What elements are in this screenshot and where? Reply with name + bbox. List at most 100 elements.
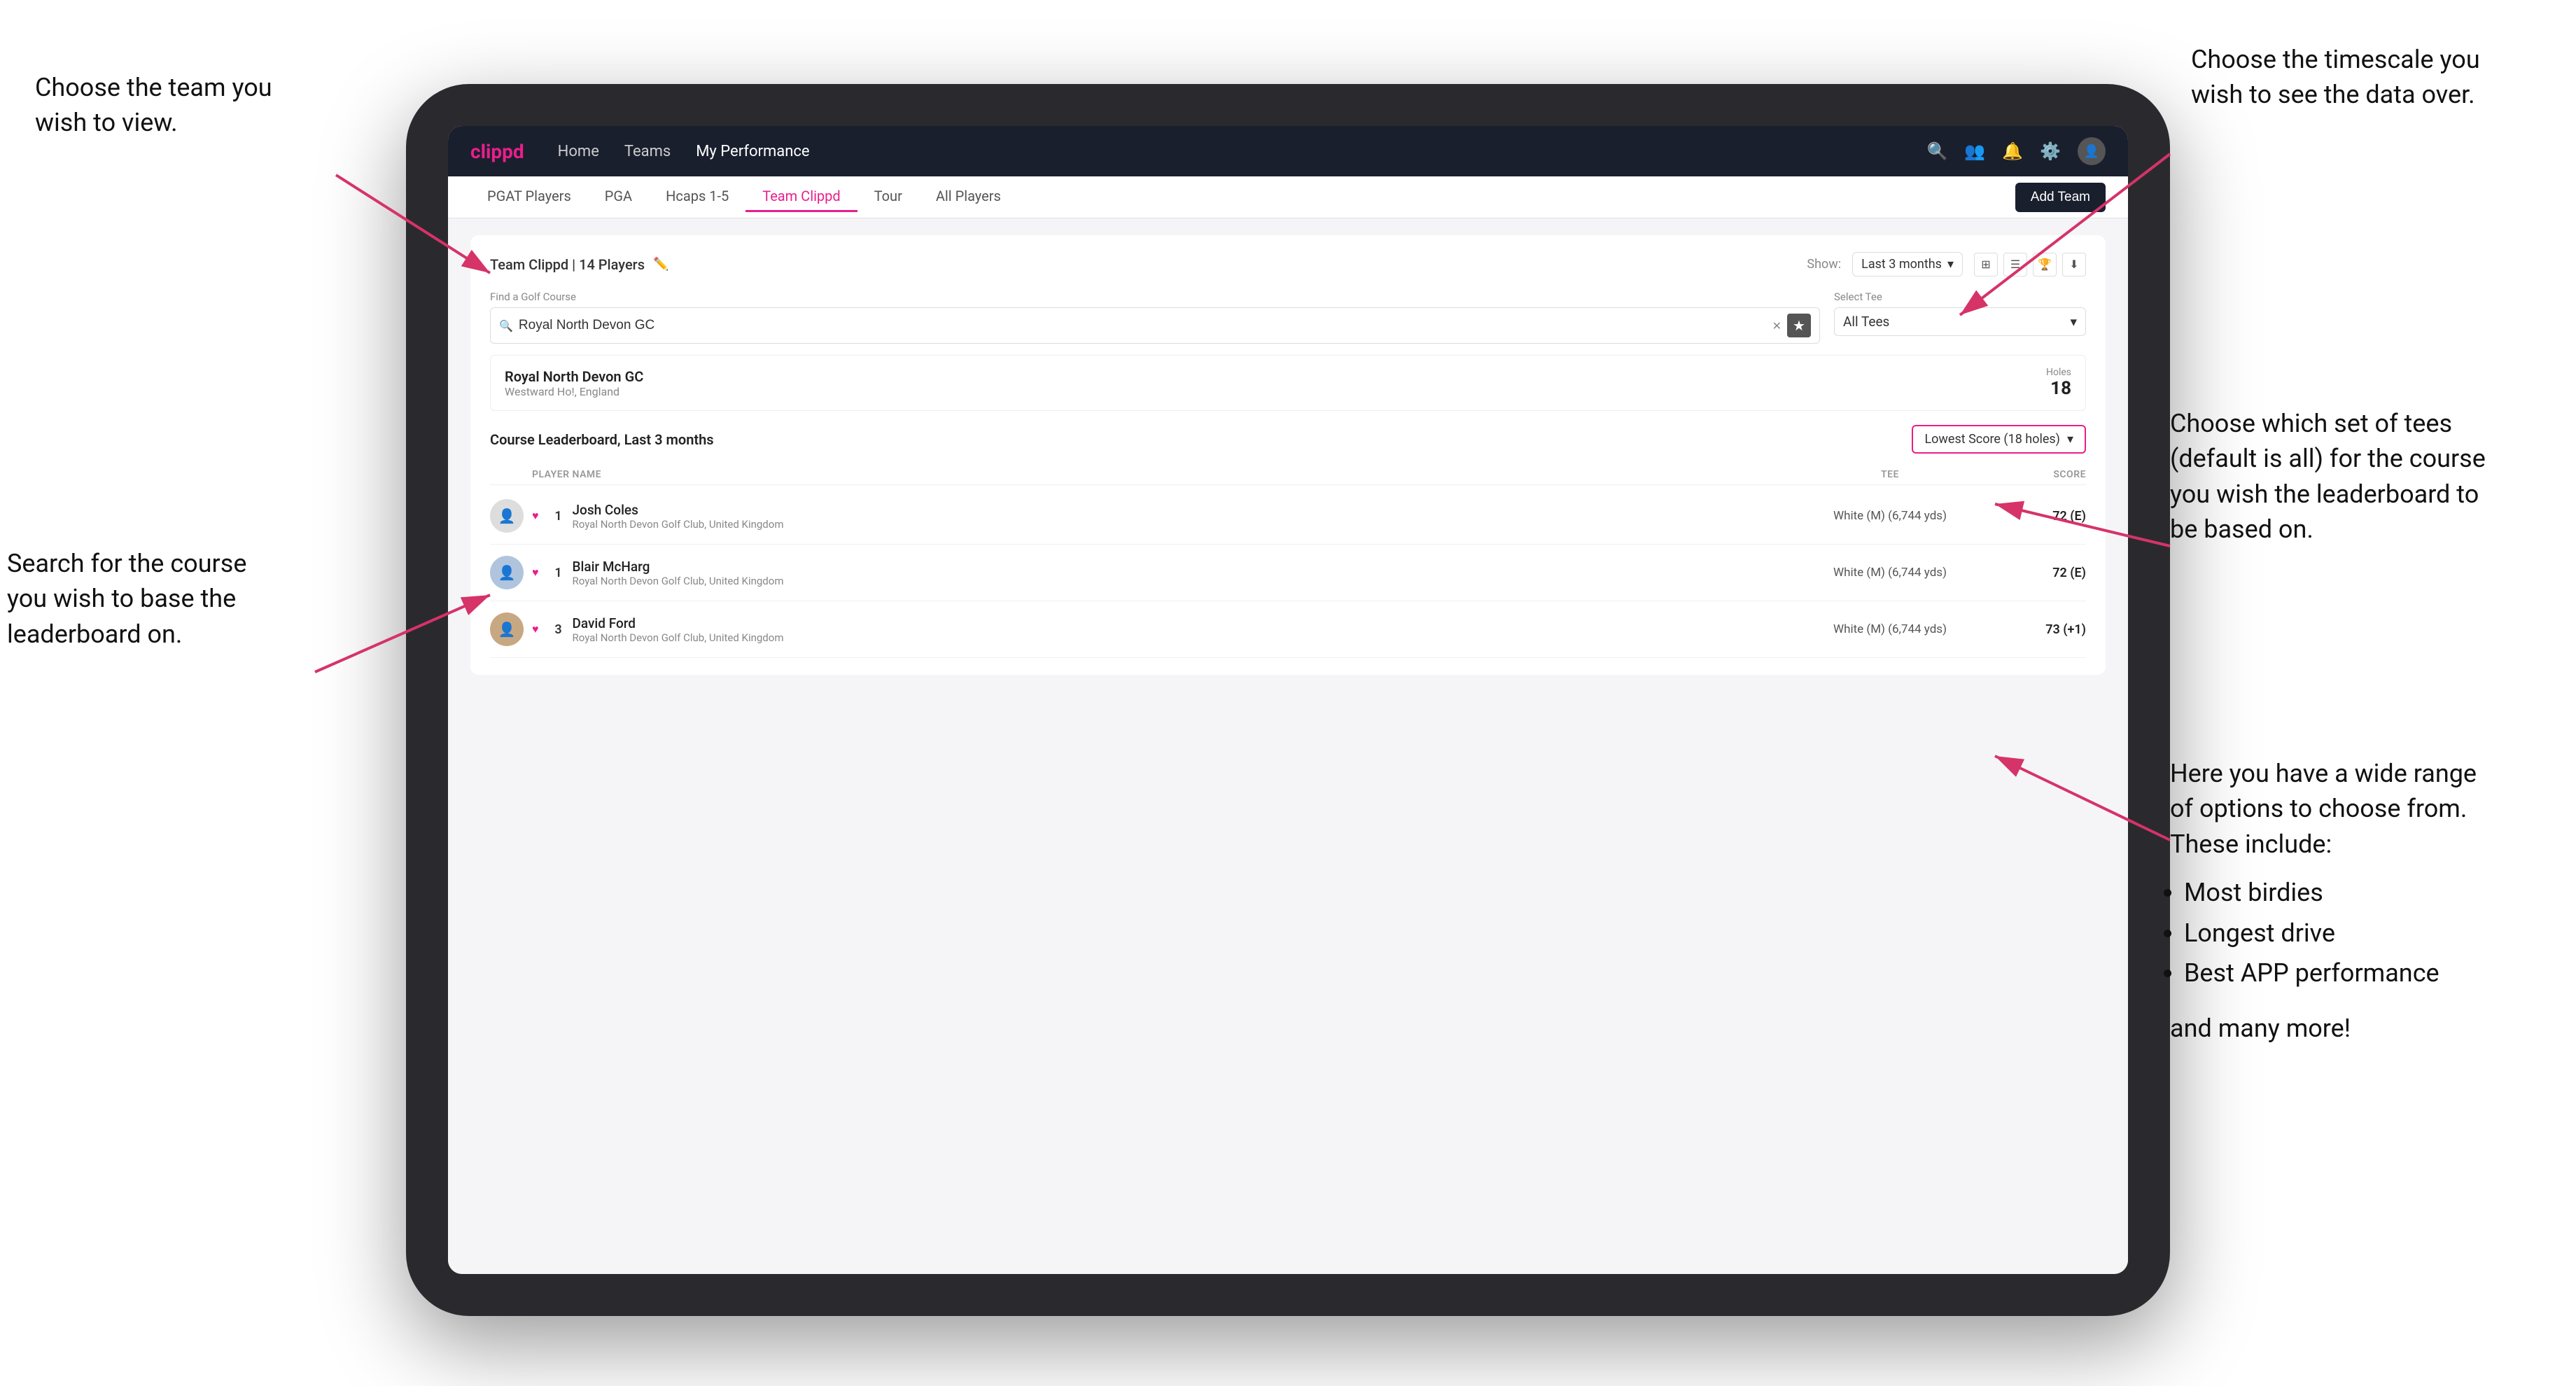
options-list: Most birdies Longest drive Best APP perf… [2184, 873, 2562, 994]
clear-icon[interactable]: ✕ [1772, 319, 1782, 332]
ipad-screen: clippd Home Teams My Performance 🔍 👥 🔔 ⚙… [448, 126, 2128, 1274]
tab-hcaps[interactable]: Hcaps 1-5 [649, 182, 746, 212]
chevron-down-icon: ▾ [1947, 257, 1954, 272]
player-rank: 1 [545, 566, 573, 580]
show-dropdown[interactable]: Last 3 months ▾ [1852, 252, 1963, 276]
course-search-input[interactable] [519, 318, 1767, 333]
search-box: Find a Golf Course 🔍 ✕ ★ [490, 290, 1820, 344]
nav-teams[interactable]: Teams [624, 143, 671, 160]
edit-icon[interactable]: ✏️ [653, 257, 668, 272]
main-content: Team Clippd | 14 Players ✏️ Show: Last 3… [448, 218, 2128, 1274]
tee-dropdown[interactable]: All Tees ▾ [1834, 307, 2086, 336]
leaderboard-table: PLAYER NAME TEE SCORE 👤 ♥ 1 Josh Coles R… [490, 465, 2086, 658]
list-item: Longest drive [2184, 913, 2562, 954]
player-details: Josh Coles Royal North Devon Golf Club, … [573, 502, 1779, 531]
player-club: Royal North Devon Golf Club, United King… [573, 575, 1779, 587]
navbar-icons: 🔍 👥 🔔 ⚙️ 👤 [1926, 137, 2106, 165]
nav-links: Home Teams My Performance [558, 143, 1927, 160]
star-button[interactable]: ★ [1787, 314, 1811, 337]
player-rank: 1 [545, 509, 573, 524]
holes-label: Holes [2046, 367, 2071, 378]
show-label: Show: [1807, 257, 1841, 272]
list-view-button[interactable]: ☰ [2003, 253, 2027, 276]
tab-team-clippd[interactable]: Team Clippd [746, 182, 857, 212]
player-rank: 3 [545, 622, 573, 637]
bell-icon[interactable]: 🔔 [2002, 141, 2023, 161]
table-row: 👤 ♥ 1 Blair McHarg Royal North Devon Gol… [490, 545, 2086, 601]
player-details: Blair McHarg Royal North Devon Golf Club… [573, 559, 1779, 587]
player-tee: White (M) (6,744 yds) [1778, 566, 2002, 580]
chevron-down-icon: ▾ [2067, 432, 2073, 447]
list-item: Most birdies [2184, 873, 2562, 913]
ipad-frame: clippd Home Teams My Performance 🔍 👥 🔔 ⚙… [406, 84, 2170, 1316]
view-icons: ⊞ ☰ 🏆 ⬇ [1974, 253, 2086, 276]
annotation-bottom-left: Search for the course you wish to base t… [7, 546, 315, 652]
course-info: Royal North Devon GC Westward Ho!, Engla… [505, 368, 643, 398]
table-row: 👤 ♥ 3 David Ford Royal North Devon Golf … [490, 601, 2086, 658]
team-card: Team Clippd | 14 Players ✏️ Show: Last 3… [470, 235, 2106, 675]
team-header: Team Clippd | 14 Players ✏️ Show: Last 3… [490, 252, 2086, 276]
team-title: Team Clippd | 14 Players [490, 256, 645, 273]
navbar: clippd Home Teams My Performance 🔍 👥 🔔 ⚙… [448, 126, 2128, 176]
avatar: 👤 [490, 499, 524, 533]
avatar: 👤 [490, 556, 524, 589]
col-player: PLAYER NAME [490, 469, 1778, 480]
player-name: David Ford [573, 615, 1779, 631]
people-icon[interactable]: 👥 [1964, 141, 1985, 161]
logo: clippd [470, 140, 524, 163]
settings-icon[interactable]: ⚙️ [2040, 141, 2061, 161]
col-tee: TEE [1778, 469, 2002, 480]
tee-select: Select Tee All Tees ▾ [1834, 290, 2086, 344]
search-icon[interactable]: 🔍 [1926, 141, 1947, 161]
course-result: Royal North Devon GC Westward Ho!, Engla… [490, 355, 2086, 411]
course-location: Westward Ho!, England [505, 385, 643, 398]
player-details: David Ford Royal North Devon Golf Club, … [573, 615, 1779, 644]
nav-my-performance[interactable]: My Performance [696, 143, 809, 160]
table-header: PLAYER NAME TEE SCORE [490, 465, 2086, 485]
heart-icon: ♥ [532, 566, 539, 580]
add-team-button[interactable]: Add Team [2015, 183, 2106, 212]
holes-badge: Holes 18 [2046, 367, 2071, 399]
grid-view-button[interactable]: ⊞ [1974, 253, 1998, 276]
table-row: 👤 ♥ 1 Josh Coles Royal North Devon Golf … [490, 488, 2086, 545]
player-tee: White (M) (6,744 yds) [1778, 622, 2002, 636]
annotation-top-left: Choose the team you wish to view. [35, 70, 329, 141]
annotation-mid-right: Choose which set of tees (default is all… [2170, 406, 2562, 547]
annotation-bottom-right: Here you have a wide range of options to… [2170, 756, 2562, 1046]
player-club: Royal North Devon Golf Club, United King… [573, 518, 1779, 531]
tab-all-players[interactable]: All Players [919, 182, 1018, 212]
heart-icon: ♥ [532, 509, 539, 523]
leaderboard-title: Course Leaderboard, Last 3 months [490, 431, 714, 448]
tab-pga[interactable]: PGA [588, 182, 649, 212]
heart-icon: ♥ [532, 622, 539, 636]
leaderboard-header: Course Leaderboard, Last 3 months Lowest… [490, 425, 2086, 454]
holes-number: 18 [2046, 378, 2071, 399]
search-icon: 🔍 [499, 319, 513, 332]
player-name: Blair McHarg [573, 559, 1779, 575]
player-club: Royal North Devon Golf Club, United King… [573, 631, 1779, 644]
player-name: Josh Coles [573, 502, 1779, 518]
leaderboard-section: Course Leaderboard, Last 3 months Lowest… [490, 425, 2086, 658]
user-avatar[interactable]: 👤 [2078, 137, 2106, 165]
trophy-view-button[interactable]: 🏆 [2033, 253, 2057, 276]
nav-home[interactable]: Home [558, 143, 599, 160]
tab-pgat-players[interactable]: PGAT Players [470, 182, 588, 212]
player-score: 72 (E) [2002, 566, 2086, 580]
tab-tour[interactable]: Tour [858, 182, 919, 212]
sub-tabs: PGAT Players PGA Hcaps 1-5 Team Clippd T… [470, 182, 1018, 212]
search-section: Find a Golf Course 🔍 ✕ ★ Select Tee All … [490, 290, 2086, 344]
course-name: Royal North Devon GC [505, 368, 643, 385]
player-score: 72 (E) [2002, 509, 2086, 524]
player-tee: White (M) (6,744 yds) [1778, 509, 2002, 523]
chevron-down-icon: ▾ [2070, 314, 2077, 330]
score-sort-dropdown[interactable]: Lowest Score (18 holes) ▾ [1912, 425, 2086, 454]
download-button[interactable]: ⬇ [2062, 253, 2086, 276]
avatar: 👤 [490, 612, 524, 646]
find-course-label: Find a Golf Course [490, 290, 1820, 303]
sub-navbar: PGAT Players PGA Hcaps 1-5 Team Clippd T… [448, 176, 2128, 218]
search-input-wrap: 🔍 ✕ ★ [490, 307, 1820, 344]
tee-label: Select Tee [1834, 290, 2086, 303]
col-score: SCORE [2002, 469, 2086, 480]
team-actions: Show: Last 3 months ▾ ⊞ ☰ 🏆 ⬇ [1807, 252, 2086, 276]
list-item: Best APP performance [2184, 953, 2562, 994]
